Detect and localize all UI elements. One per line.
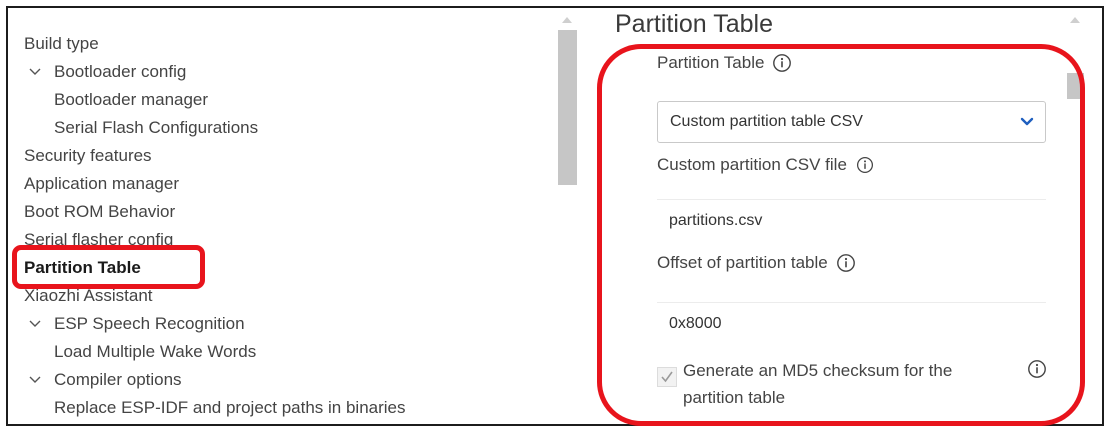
offset-input[interactable]: 0x8000 <box>657 302 1046 344</box>
csv-file-input-value: partitions.csv <box>669 211 763 229</box>
tree-item-label: Replace ESP-IDF and project paths in bin… <box>54 398 406 417</box>
partition-table-select[interactable]: Custom partition table CSV <box>657 101 1046 143</box>
info-icon[interactable] <box>855 155 875 175</box>
check-icon <box>661 371 673 383</box>
chevron-down-icon[interactable] <box>1019 114 1035 130</box>
right-scrollbar-thumb[interactable] <box>1067 73 1084 99</box>
csv-file-field-label: Custom partition CSV file <box>657 155 875 175</box>
tree-item-label: Build type <box>24 34 99 53</box>
offset-label-text: Offset of partition table <box>657 253 828 272</box>
settings-tree: Build type Bootloader config Bootloader ma… <box>24 30 554 422</box>
partition-table-select-value: Custom partition table CSV <box>670 113 863 130</box>
tree-item[interactable]: Build type <box>24 30 554 58</box>
tree-item[interactable]: Serial Flash Configurations <box>24 114 554 142</box>
tree-item-label: Serial flasher config <box>24 230 174 249</box>
panel-title: Partition Table <box>615 10 773 38</box>
tree-item-label: Partition Table <box>24 258 141 277</box>
tree-item[interactable]: Xiaozhi Assistant <box>24 282 554 310</box>
offset-field-label: Offset of partition table <box>657 253 856 273</box>
tree-item[interactable]: Compiler options <box>24 366 554 394</box>
tree-item-label: ESP Speech Recognition <box>54 314 245 333</box>
tree-item-label: Boot ROM Behavior <box>24 202 176 221</box>
tree-item-label: Security features <box>24 146 152 165</box>
tree-item[interactable]: Serial flasher config <box>24 226 554 254</box>
tree-item[interactable]: Bootloader config <box>24 58 554 86</box>
right-scroll-up-arrow-icon[interactable] <box>1068 14 1082 26</box>
tree-item-label: Xiaozhi Assistant <box>24 286 153 305</box>
tree-item-label: Load Multiple Wake Words <box>54 342 257 361</box>
tree-item[interactable]: Boot ROM Behavior <box>24 198 554 226</box>
tree-item[interactable]: ESP Speech Recognition <box>24 310 554 338</box>
left-scroll-up-arrow-icon[interactable] <box>560 14 574 26</box>
info-icon[interactable] <box>772 53 792 73</box>
partition-table-label-text: Partition Table <box>657 53 765 72</box>
chevron-down-icon[interactable] <box>26 310 44 338</box>
tree-item[interactable]: Partition Table <box>24 254 554 282</box>
info-icon[interactable] <box>1027 359 1047 379</box>
chevron-down-icon[interactable] <box>26 58 44 86</box>
offset-input-value: 0x8000 <box>669 314 722 332</box>
tree-item-label: Serial Flash Configurations <box>54 118 259 137</box>
tree-item-label: Application manager <box>24 174 179 193</box>
tree-item[interactable]: Security features <box>24 142 554 170</box>
csv-file-label-text: Custom partition CSV file <box>657 155 847 174</box>
tree-item-label: Compiler options <box>54 370 182 389</box>
partition-table-field-label: Partition Table <box>657 53 792 73</box>
csv-file-input[interactable]: partitions.csv <box>657 199 1046 241</box>
md5-checksum-option: Generate an MD5 checksum for the partiti… <box>657 355 1057 411</box>
tree-item-label: Bootloader manager <box>54 90 209 109</box>
tree-item-label: Bootloader config <box>54 62 187 81</box>
info-icon[interactable] <box>836 253 856 273</box>
tree-item[interactable]: Replace ESP-IDF and project paths in bin… <box>24 394 554 422</box>
tree-item[interactable]: Application manager <box>24 170 554 198</box>
md5-checksum-checkbox[interactable] <box>657 367 677 387</box>
left-scrollbar-thumb[interactable] <box>558 30 577 185</box>
tree-item[interactable]: Bootloader manager <box>24 86 554 114</box>
tree-item[interactable]: Load Multiple Wake Words <box>24 338 554 366</box>
md5-checksum-label: Generate an MD5 checksum for the partiti… <box>683 361 953 407</box>
chevron-down-icon[interactable] <box>26 366 44 394</box>
